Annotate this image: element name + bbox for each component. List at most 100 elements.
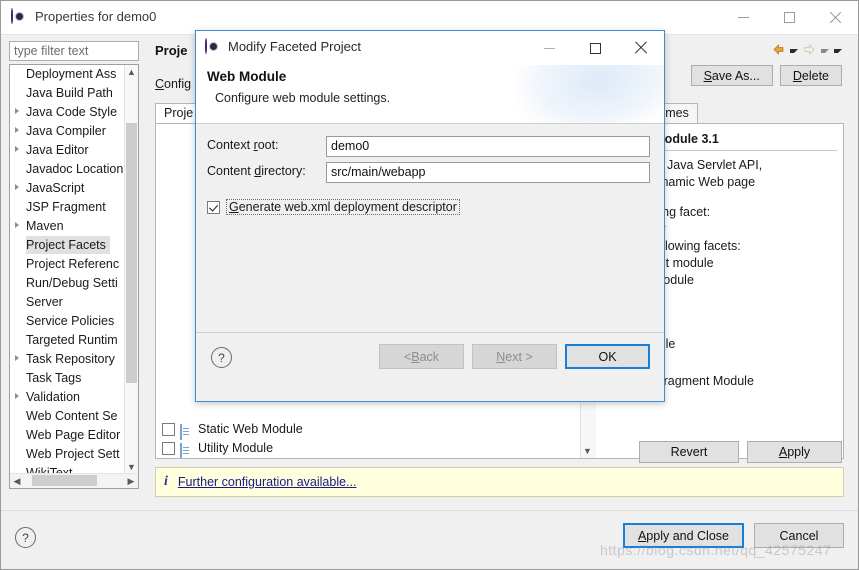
sidebar-item-task-tags[interactable]: Task Tags — [10, 369, 126, 388]
facet-checkbox[interactable] — [162, 442, 175, 455]
scroll-right-icon[interactable]: ▶ — [124, 474, 138, 488]
dialog-close-button[interactable] — [618, 31, 664, 65]
sidebar-item-label: Java Build Path — [26, 86, 113, 100]
forward-arrow-icon[interactable] — [803, 43, 816, 56]
sidebar-item-validation[interactable]: Validation — [10, 388, 126, 407]
dialog-minimize-button[interactable] — [526, 31, 572, 65]
content-directory-row: Content directory: src/main/webapp — [207, 162, 650, 184]
forward-dropdown-icon[interactable] — [821, 48, 829, 53]
dialog-body: Context root: demo0 Content directory: s… — [196, 124, 664, 333]
delete-button[interactable]: Delete — [779, 65, 842, 86]
maximize-button[interactable] — [766, 1, 812, 34]
sidebar-item-label: Task Repository — [26, 352, 115, 366]
next-button: Next > — [472, 344, 557, 369]
sidebar-item-label: JavaScript — [26, 181, 85, 195]
sidebar-item-label: Java Editor — [26, 143, 89, 157]
dialog-maximize-button[interactable] — [572, 31, 618, 65]
back-arrow-icon[interactable] — [772, 43, 785, 56]
context-root-input[interactable]: demo0 — [326, 136, 650, 157]
dialog-buttons: < Back Next > OK — [379, 344, 650, 369]
revert-button[interactable]: Revert — [639, 441, 739, 463]
facet-row[interactable]: Static Web Module — [156, 420, 596, 440]
tree-vertical-scrollbar[interactable]: ▲ ▼ — [124, 65, 138, 474]
dialog-help-icon[interactable]: ? — [211, 347, 232, 368]
sidebar-item-label: Maven — [26, 219, 64, 233]
modify-faceted-project-dialog: Modify Faceted Project Web Module Config… — [195, 30, 665, 402]
sidebar-item-java-editor[interactable]: Java Editor — [10, 141, 126, 160]
sidebar-item-run-debug-setti[interactable]: Run/Debug Setti — [10, 274, 126, 293]
document-icon — [180, 442, 192, 458]
delete-label: elete — [801, 68, 829, 83]
sidebar-item-project-referenc[interactable]: Project Referenc — [10, 255, 126, 274]
further-configuration-link[interactable]: Further configuration available... — [178, 475, 357, 489]
sidebar-item-web-content-se[interactable]: Web Content Se — [10, 407, 126, 426]
sidebar-item-label: Web Page Editor — [26, 428, 121, 442]
settings-tree[interactable]: Deployment Ass Java Build Path Java Code S… — [9, 64, 139, 489]
generate-webxml-checkbox[interactable] — [207, 200, 220, 214]
back-dropdown-icon[interactable] — [790, 48, 798, 53]
dialog-subheading: Configure web module settings. — [215, 91, 391, 105]
sidebar-item-web-project-sett[interactable]: Web Project Sett — [10, 445, 126, 464]
back-button: < Back — [379, 344, 464, 369]
sidebar-item-label: Deployment Ass — [26, 67, 117, 81]
sidebar-item-jsp-fragment[interactable]: JSP Fragment — [10, 198, 126, 217]
cancel-button[interactable]: Cancel — [754, 523, 844, 548]
eclipse-icon — [11, 8, 28, 26]
ok-button[interactable]: OK — [565, 344, 650, 369]
sidebar-item-targeted-runtim[interactable]: Targeted Runtim — [10, 331, 126, 350]
sidebar-item-server[interactable]: Server — [10, 293, 126, 312]
facet-scroll-down-icon[interactable]: ▼ — [581, 444, 594, 458]
sidebar-item-label: Server — [26, 295, 63, 309]
sidebar-item-maven[interactable]: Maven — [10, 217, 126, 236]
screen-root: Properties for demo0 type filter text De… — [0, 0, 859, 570]
sidebar-item-label: Run/Debug Setti — [26, 276, 118, 290]
chevron-right-icon[interactable] — [15, 488, 19, 489]
sidebar-item-javadoc-location[interactable]: Javadoc Location — [10, 160, 126, 179]
scrollbar-thumb[interactable] — [126, 123, 137, 383]
scroll-down-icon[interactable]: ▼ — [125, 460, 138, 474]
tree-horizontal-scrollbar[interactable]: ◀ ▶ — [10, 473, 138, 488]
facet-checkbox[interactable] — [162, 423, 175, 436]
view-menu-icon[interactable] — [834, 48, 842, 53]
apply-and-close-button[interactable]: Apply and Close — [622, 523, 744, 548]
sidebar-item-javascript[interactable]: JavaScript — [10, 179, 126, 198]
sidebar-item-label: Project Facets — [26, 236, 110, 254]
context-root-row: Context root: demo0 — [207, 136, 650, 158]
scroll-left-icon[interactable]: ◀ — [10, 474, 24, 488]
filter-input[interactable]: type filter text — [9, 41, 139, 61]
content-directory-input[interactable]: src/main/webapp — [326, 162, 650, 183]
footer-buttons: Apply and Close Cancel — [622, 523, 844, 548]
sidebar-item-web-page-editor[interactable]: Web Page Editor — [10, 426, 126, 445]
sidebar-item-task-repository[interactable]: Task Repository — [10, 350, 126, 369]
properties-footer: ? Apply and Close Cancel — [1, 510, 858, 569]
minimize-button[interactable] — [720, 1, 766, 34]
save-as-button[interactable]: Save As... — [690, 65, 773, 86]
generate-webxml-row[interactable]: Generate web.xml deployment descriptor — [207, 199, 460, 215]
configuration-label: Config — [155, 77, 192, 91]
sidebar-item-label: Project Referenc — [26, 257, 120, 271]
save-as-label: ave As... — [711, 68, 760, 83]
sidebar-item-project-facets[interactable]: Project Facets — [10, 236, 126, 255]
dialog-header: Web Module Configure web module settings… — [196, 65, 664, 123]
sidebar-item-deployment-ass[interactable]: Deployment Ass — [10, 65, 126, 84]
dialog-heading: Web Module — [207, 69, 287, 84]
sidebar-item-java-build-path[interactable]: Java Build Path — [10, 84, 126, 103]
scrollbar-thumb-h[interactable] — [32, 475, 97, 486]
info-bar: i Further configuration available... — [155, 467, 844, 497]
scroll-up-icon[interactable]: ▲ — [125, 65, 138, 79]
close-button[interactable] — [812, 1, 858, 34]
eclipse-icon — [205, 38, 222, 56]
dialog-footer: ? < Back Next > OK — [196, 333, 664, 401]
page-header-buttons: Save As... Delete — [690, 65, 842, 86]
sidebar-item-java-compiler[interactable]: Java Compiler — [10, 122, 126, 141]
help-icon[interactable]: ? — [15, 527, 36, 548]
sidebar-item-java-code-style[interactable]: Java Code Style — [10, 103, 126, 122]
sidebar-item-service-policies[interactable]: Service Policies — [10, 312, 126, 331]
window-title: Properties for demo0 — [35, 9, 157, 24]
page-action-buttons: Revert Apply — [639, 441, 842, 463]
sidebar-item-label: Javadoc Location — [26, 162, 124, 176]
facet-row[interactable]: Utility Module — [156, 439, 596, 458]
apply-button[interactable]: Apply — [747, 441, 842, 463]
sidebar-item-label: Service Policies — [26, 314, 115, 328]
sidebar-item-label: Web Content Se — [26, 409, 118, 423]
